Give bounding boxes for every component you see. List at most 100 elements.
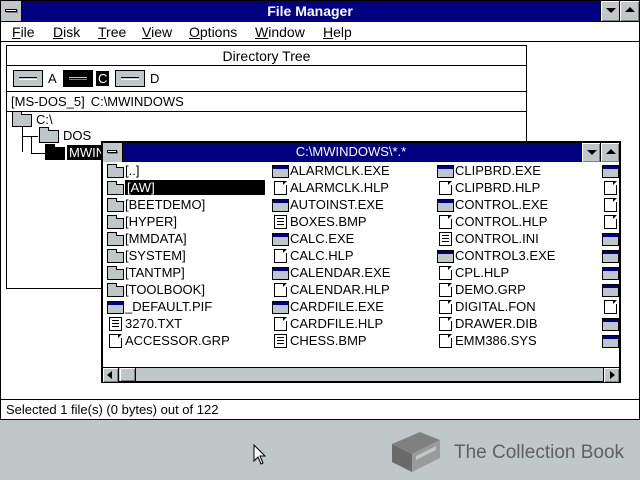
file-name: CARDFILE.HLP	[290, 316, 384, 331]
file-name: CLIPBRD.HLP	[455, 180, 541, 195]
menu-options[interactable]: Options	[189, 24, 237, 40]
file-item[interactable]: ALARMCLK.HLP	[268, 180, 433, 197]
document-icon	[439, 317, 452, 331]
file-item[interactable]: CONTROL.INI	[433, 231, 598, 248]
file-name: CPL.HLP	[455, 265, 510, 280]
maximize-icon[interactable]	[619, 1, 639, 21]
drive-bar: A C D	[7, 66, 526, 92]
file-item[interactable]	[598, 333, 619, 350]
document-icon	[439, 334, 452, 348]
file-item[interactable]: ALARMCLK.EXE	[268, 163, 433, 180]
file-name: ALARMCLK.EXE	[290, 163, 390, 178]
file-item[interactable]: CONTROL.HLP	[433, 214, 598, 231]
program-icon	[272, 199, 289, 212]
directory-titlebar[interactable]: C:\MWINDOWS\*.*	[103, 143, 619, 162]
minimize-icon[interactable]	[581, 143, 600, 162]
file-item[interactable]: CONTROL3.EXE	[433, 248, 598, 265]
file-item[interactable]	[598, 163, 619, 180]
file-item[interactable]: CALC.EXE	[268, 231, 433, 248]
file-item[interactable]: CHESS.BMP	[268, 333, 433, 350]
menu-view[interactable]: View	[142, 24, 172, 40]
file-item[interactable]: 3270.TXT	[103, 316, 268, 333]
file-item[interactable]: ACCESSOR.GRP	[103, 333, 268, 350]
file-item[interactable]: CALC.HLP	[268, 248, 433, 265]
folder-icon	[107, 181, 124, 195]
program-icon	[602, 284, 619, 297]
menu-tree[interactable]: Tree	[98, 24, 126, 40]
maximize-icon[interactable]	[600, 143, 619, 162]
file-item[interactable]: [HYPER]	[103, 214, 268, 231]
file-name: CONTROL3.EXE	[455, 248, 556, 263]
text-file-icon	[109, 317, 122, 331]
file-item[interactable]: [BEETDEMO]	[103, 197, 268, 214]
document-icon	[604, 198, 617, 212]
file-item[interactable]	[598, 180, 619, 197]
document-icon	[274, 317, 287, 331]
watermark: The Collection Book	[388, 430, 628, 474]
file-item[interactable]: CLIPBRD.EXE	[433, 163, 598, 180]
file-name: AUTOINST.EXE	[290, 197, 384, 212]
file-item[interactable]	[598, 316, 619, 333]
program-icon	[602, 165, 619, 178]
file-item[interactable]	[598, 265, 619, 282]
file-item[interactable]: CALENDAR.EXE	[268, 265, 433, 282]
file-item[interactable]: CARDFILE.HLP	[268, 316, 433, 333]
mouse-pointer-icon	[253, 444, 267, 465]
file-item[interactable]: [MMDATA]	[103, 231, 268, 248]
program-icon	[437, 250, 454, 263]
file-name: [TANTMP]	[125, 265, 185, 280]
file-item[interactable]: [TOOLBOOK]	[103, 282, 268, 299]
file-item[interactable]	[598, 248, 619, 265]
file-item[interactable]: [AW]	[103, 180, 268, 197]
file-item[interactable]	[598, 299, 619, 316]
menu-help[interactable]: Help	[323, 24, 352, 40]
file-name: BOXES.BMP	[290, 214, 367, 229]
file-item[interactable]: [TANTMP]	[103, 265, 268, 282]
file-item[interactable]: CARDFILE.EXE	[268, 299, 433, 316]
file-item[interactable]: CLIPBRD.HLP	[433, 180, 598, 197]
file-item[interactable]: _DEFAULT.PIF	[103, 299, 268, 316]
file-name: CONTROL.INI	[455, 231, 539, 246]
menu-window[interactable]: Window	[255, 24, 305, 40]
volume-path-line: [MS-DOS_5] C:\MWINDOWS	[7, 92, 526, 112]
file-item[interactable]	[598, 282, 619, 299]
file-name: EMM386.SYS	[455, 333, 537, 348]
file-list: [..] [AW] [BEETDEMO] [HYPER] [MMDATA] [SYSTEM…	[103, 163, 619, 367]
file-name: DIGITAL.FON	[455, 299, 536, 314]
horizontal-scrollbar[interactable]	[103, 367, 619, 382]
file-item[interactable]: [..]	[103, 163, 268, 180]
file-item[interactable]: CPL.HLP	[433, 265, 598, 282]
menu-disk[interactable]: Disk	[53, 24, 80, 40]
scroll-thumb[interactable]	[120, 368, 136, 381]
file-item[interactable]: DIGITAL.FON	[433, 299, 598, 316]
file-item[interactable]: DEMO.GRP	[433, 282, 598, 299]
text-file-icon	[439, 232, 452, 246]
file-manager-window: File Manager File Disk Tree View Options…	[0, 0, 640, 420]
file-item[interactable]: CONTROL.EXE	[433, 197, 598, 214]
file-name: [SYSTEM]	[125, 248, 186, 263]
scroll-left-icon[interactable]	[103, 368, 119, 382]
file-item[interactable]: BOXES.BMP	[268, 214, 433, 231]
file-item[interactable]: CALENDAR.HLP	[268, 282, 433, 299]
app-titlebar[interactable]: File Manager	[1, 1, 639, 22]
file-item[interactable]	[598, 197, 619, 214]
scroll-right-icon[interactable]	[603, 368, 619, 382]
program-icon	[107, 301, 124, 314]
volume-label: [MS-DOS_5]	[11, 94, 85, 109]
status-bar: Selected 1 file(s) (0 bytes) out of 122	[1, 399, 639, 419]
program-icon	[437, 165, 454, 178]
file-item[interactable]: [SYSTEM]	[103, 248, 268, 265]
file-item[interactable]: EMM386.SYS	[433, 333, 598, 350]
file-name: CHESS.BMP	[290, 333, 367, 348]
app-title: File Manager	[267, 3, 353, 19]
system-menu-icon[interactable]	[1, 1, 22, 21]
file-item[interactable]: DRAWER.DIB	[433, 316, 598, 333]
minimize-icon[interactable]	[600, 1, 620, 21]
system-menu-icon[interactable]	[103, 143, 123, 162]
file-item[interactable]	[598, 231, 619, 248]
current-path: C:\MWINDOWS	[90, 94, 184, 109]
file-name: [TOOLBOOK]	[125, 282, 205, 297]
menu-file[interactable]: File	[12, 24, 35, 40]
file-item[interactable]: AUTOINST.EXE	[268, 197, 433, 214]
file-item[interactable]	[598, 214, 619, 231]
